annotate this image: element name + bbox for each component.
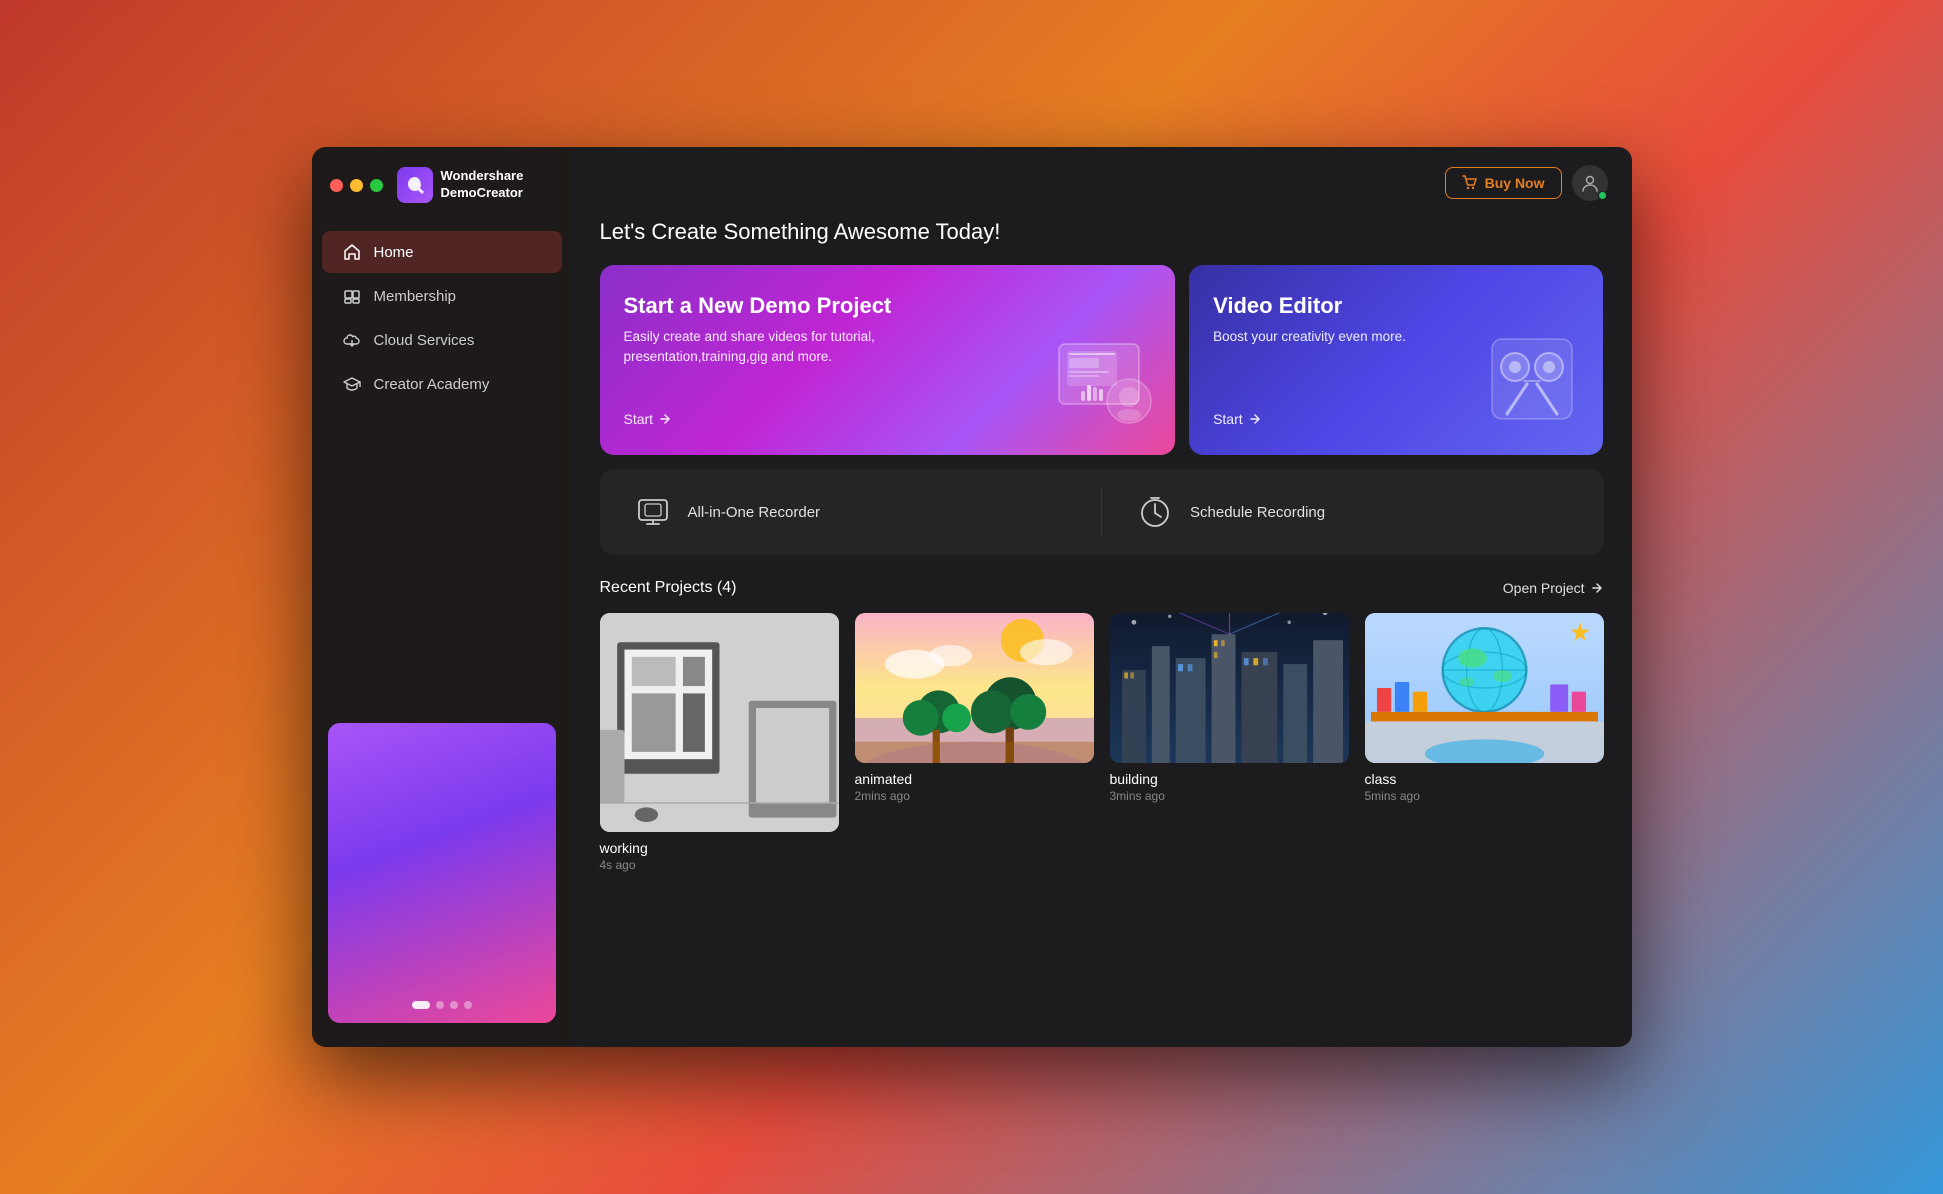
project-time-building: 3mins ago: [1110, 789, 1349, 803]
sidebar: Wondershare DemoCreator Home: [312, 147, 572, 1047]
page-title: Let's Create Something Awesome Today!: [600, 219, 1604, 245]
app-window: Wondershare DemoCreator Home: [312, 147, 1632, 1047]
schedule-recording-button[interactable]: Schedule Recording: [1102, 469, 1604, 555]
banner-dots: [412, 1001, 472, 1009]
dot-4: [464, 1001, 472, 1009]
project-name-working: working: [600, 840, 839, 856]
projects-grid: working 4s ago: [600, 613, 1604, 832]
home-icon: [342, 242, 362, 262]
main-content: Buy Now Let's Create Something Awesome T…: [572, 147, 1632, 1047]
arrow-right-icon: [658, 412, 672, 426]
project-thumbnail-building: [1110, 613, 1349, 763]
sidebar-item-label-home: Home: [374, 244, 414, 261]
recorder-row: All-in-One Recorder Schedule Recording: [600, 469, 1604, 555]
schedule-recording-label: Schedule Recording: [1190, 504, 1325, 521]
cart-icon: [1462, 175, 1478, 191]
open-project-arrow-icon: [1590, 581, 1604, 595]
open-project-link[interactable]: Open Project: [1503, 580, 1604, 596]
project-time-working: 4s ago: [600, 858, 839, 872]
membership-icon: [342, 286, 362, 306]
sidebar-item-cloud-services[interactable]: Cloud Services: [322, 319, 562, 361]
arrow-right-icon-2: [1248, 412, 1262, 426]
screen-recorder-icon: [632, 491, 674, 533]
minimize-button[interactable]: [350, 179, 363, 192]
sidebar-banner: [328, 723, 556, 1023]
sidebar-item-label-cloud-services: Cloud Services: [374, 332, 475, 349]
navigation: Home Membership: [312, 213, 572, 711]
recent-projects-title: Recent Projects (4): [600, 579, 737, 597]
app-logo: [397, 167, 433, 203]
project-thumbnail-working: [600, 613, 839, 832]
project-name-building: building: [1110, 771, 1349, 787]
user-icon: [1580, 173, 1600, 193]
all-in-one-recorder-label: All-in-One Recorder: [688, 504, 821, 521]
schedule-recording-icon: [1134, 491, 1176, 533]
sidebar-item-creator-academy[interactable]: Creator Academy: [322, 363, 562, 405]
video-editor-title: Video Editor: [1213, 293, 1579, 319]
recent-projects-header: Recent Projects (4) Open Project: [600, 579, 1604, 597]
dot-1: [412, 1001, 430, 1009]
project-card-animated[interactable]: animated 2mins ago: [855, 613, 1094, 832]
content-area: Let's Create Something Awesome Today! St…: [572, 219, 1632, 1047]
project-name-animated: animated: [855, 771, 1094, 787]
demo-project-illustration: [1049, 329, 1159, 439]
project-card-class[interactable]: class 5mins ago: [1365, 613, 1604, 832]
video-editor-desc: Boost your creativity even more.: [1213, 327, 1493, 347]
app-name: Wondershare DemoCreator: [441, 168, 524, 202]
project-time-class: 5mins ago: [1365, 789, 1604, 803]
project-time-animated: 2mins ago: [855, 789, 1094, 803]
titlebar: Wondershare DemoCreator: [312, 147, 572, 213]
new-project-desc: Easily create and share videos for tutor…: [624, 327, 904, 368]
video-editor-card[interactable]: Video Editor Boost your creativity even …: [1189, 265, 1603, 455]
project-card-working[interactable]: working 4s ago: [600, 613, 839, 832]
online-indicator: [1598, 191, 1607, 200]
all-in-one-recorder-button[interactable]: All-in-One Recorder: [600, 469, 1102, 555]
project-name-class: class: [1365, 771, 1604, 787]
top-bar: Buy Now: [572, 147, 1632, 219]
project-thumbnail-class: [1365, 613, 1604, 763]
academy-icon: [342, 374, 362, 394]
traffic-lights: [330, 179, 383, 192]
project-thumbnail-animated: [855, 613, 1094, 763]
video-editor-illustration: [1477, 329, 1587, 439]
sidebar-item-label-creator-academy: Creator Academy: [374, 376, 490, 393]
hero-cards-row: Start a New Demo Project Easily create a…: [600, 265, 1604, 455]
new-demo-project-card[interactable]: Start a New Demo Project Easily create a…: [600, 265, 1176, 455]
sidebar-item-membership[interactable]: Membership: [322, 275, 562, 317]
sidebar-item-home[interactable]: Home: [322, 231, 562, 273]
new-project-title: Start a New Demo Project: [624, 293, 1152, 319]
sidebar-item-label-membership: Membership: [374, 288, 457, 305]
dot-3: [450, 1001, 458, 1009]
user-avatar[interactable]: [1572, 165, 1608, 201]
project-card-building[interactable]: building 3mins ago: [1110, 613, 1349, 832]
dot-2: [436, 1001, 444, 1009]
buy-now-button[interactable]: Buy Now: [1445, 167, 1562, 199]
cloud-icon: [342, 330, 362, 350]
close-button[interactable]: [330, 179, 343, 192]
maximize-button[interactable]: [370, 179, 383, 192]
